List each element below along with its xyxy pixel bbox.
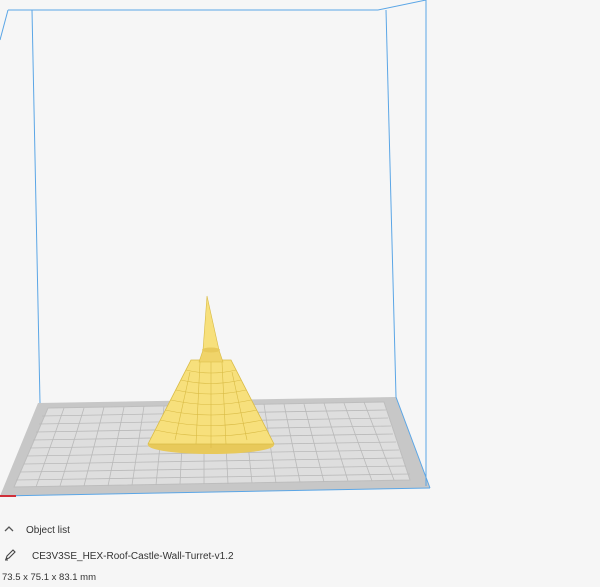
turret-model[interactable] bbox=[147, 295, 275, 454]
object-name-row: CE3V3SE_HEX-Roof-Castle-Wall-Turret-v1.2 bbox=[4, 549, 234, 564]
chevron-up-icon bbox=[4, 525, 18, 536]
pencil-icon[interactable] bbox=[4, 549, 18, 564]
object-name: CE3V3SE_HEX-Roof-Castle-Wall-Turret-v1.2 bbox=[32, 551, 234, 562]
object-list-toggle[interactable]: Object list bbox=[4, 525, 70, 536]
object-list-label: Object list bbox=[26, 525, 70, 536]
object-panel: Object list CE3V3SE_HEX-Roof-Castle-Wall… bbox=[0, 515, 600, 587]
3d-viewport[interactable] bbox=[0, 0, 600, 515]
object-dimensions: 73.5 x 75.1 x 83.1 mm bbox=[2, 572, 96, 583]
